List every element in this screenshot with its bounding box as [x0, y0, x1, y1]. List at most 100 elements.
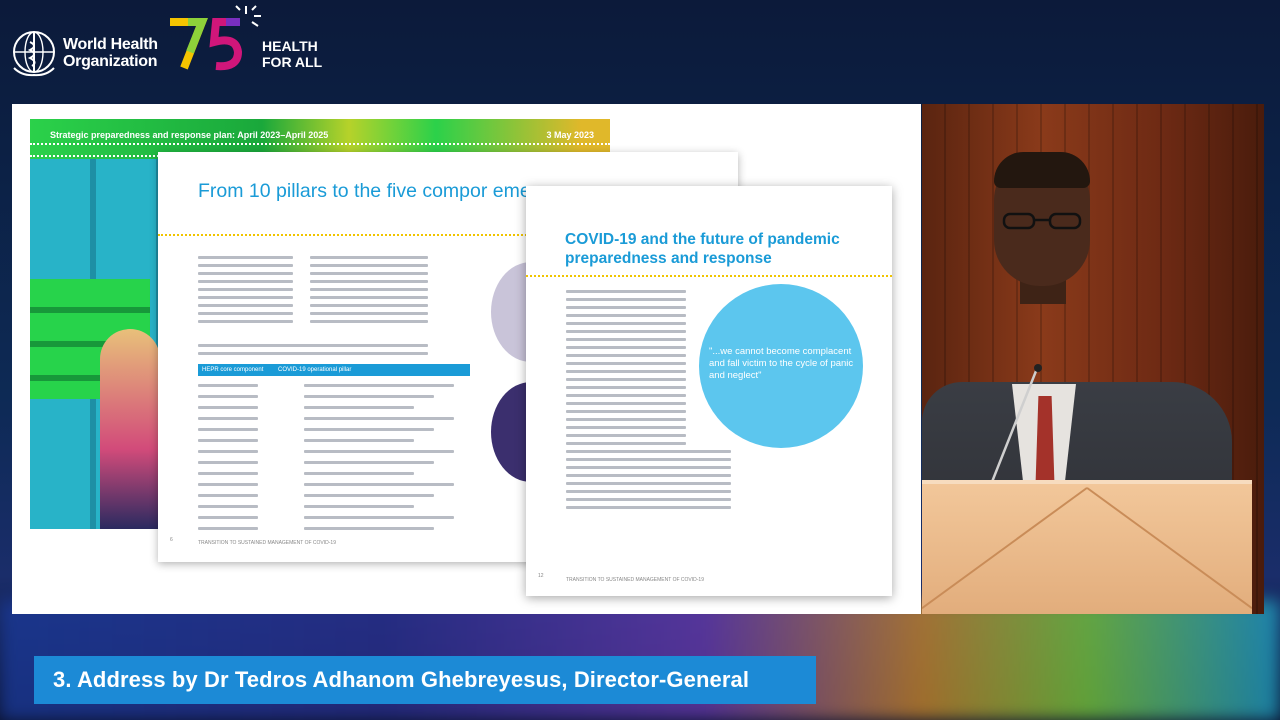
page-b-number: 12 — [538, 573, 544, 579]
text-line — [198, 472, 258, 475]
text-line — [566, 330, 686, 333]
text-line — [198, 304, 293, 307]
text-line — [566, 410, 686, 413]
anniversary-75-logo — [170, 5, 261, 71]
text-line — [304, 516, 454, 519]
text-line — [566, 314, 686, 317]
text-line — [304, 527, 434, 530]
page-b-title: COVID-19 and the future of pandemic prep… — [565, 231, 840, 267]
text-line — [304, 461, 434, 464]
text-line — [566, 322, 686, 325]
text-line — [566, 298, 686, 301]
text-line — [198, 428, 258, 431]
text-line — [566, 490, 731, 493]
health-for-all-wordmark: HEALTH FOR ALL — [262, 38, 322, 70]
text-line — [198, 352, 428, 355]
podium-lines — [922, 487, 1252, 609]
text-line — [310, 296, 428, 299]
document-page-b: COVID-19 and the future of pandemic prep… — [526, 186, 892, 596]
who-wordmark: World Health Organization — [63, 36, 158, 70]
text-line — [304, 395, 434, 398]
presentation-slide: Strategic preparedness and response plan… — [12, 104, 921, 614]
lower-third-caption: 3. Address by Dr Tedros Adhanom Ghebreye… — [34, 656, 816, 704]
glasses-icon — [1002, 212, 1082, 230]
text-line — [304, 450, 454, 453]
text-line — [198, 461, 258, 464]
page-b-divider — [526, 275, 892, 277]
text-line — [310, 264, 428, 267]
text-line — [566, 498, 731, 501]
text-line — [198, 384, 258, 387]
text-line — [566, 474, 731, 477]
table-header-col-1: HEPR core component — [202, 367, 264, 373]
text-line — [304, 472, 414, 475]
text-line — [198, 406, 258, 409]
text-line — [566, 418, 686, 421]
text-line — [566, 306, 686, 309]
text-line — [566, 370, 686, 373]
text-line — [198, 450, 258, 453]
page-b-footer: TRANSITION TO SUSTAINED MANAGEMENT OF CO… — [566, 577, 704, 583]
text-line — [198, 320, 293, 323]
text-line — [566, 434, 686, 437]
text-line — [198, 417, 258, 420]
text-line — [566, 442, 686, 445]
text-line — [198, 483, 258, 486]
text-line — [198, 344, 428, 347]
quote-circle: "...we cannot become complacent and fall… — [699, 284, 863, 448]
text-line — [566, 450, 731, 453]
text-line — [198, 516, 258, 519]
text-line — [198, 256, 293, 259]
who-emblem-icon — [13, 31, 55, 77]
text-line — [304, 384, 454, 387]
photo-date-text: 3 May 2023 — [546, 130, 594, 140]
text-line — [198, 312, 293, 315]
text-line — [310, 280, 428, 283]
person-image — [100, 329, 160, 529]
who-line-2: Organization — [63, 53, 158, 70]
text-line — [566, 354, 686, 357]
text-line — [198, 527, 258, 530]
text-line — [304, 494, 434, 497]
text-line — [566, 426, 686, 429]
page-a-number: 6 — [170, 537, 173, 543]
page-a-title: From 10 pillars to the five compor emerg… — [198, 180, 538, 202]
text-line — [566, 378, 686, 381]
text-line — [566, 394, 686, 397]
page-a-divider — [158, 234, 538, 236]
text-line — [310, 256, 428, 259]
text-line — [304, 439, 414, 442]
text-line — [198, 264, 293, 267]
speaker-hair — [994, 152, 1090, 188]
text-line — [566, 482, 731, 485]
text-line — [198, 395, 258, 398]
text-line — [304, 428, 434, 431]
text-line — [566, 458, 731, 461]
text-line — [198, 272, 293, 275]
health-line-2: FOR ALL — [262, 54, 323, 70]
photo-header-text: Strategic preparedness and response plan… — [50, 130, 329, 140]
text-line — [198, 494, 258, 497]
text-line — [310, 304, 428, 307]
text-line — [566, 362, 686, 365]
text-line — [310, 288, 428, 291]
text-line — [304, 483, 454, 486]
text-line — [566, 338, 686, 341]
text-line — [198, 296, 293, 299]
text-line — [198, 280, 293, 283]
page-a-footer: TRANSITION TO SUSTAINED MANAGEMENT OF CO… — [198, 540, 336, 546]
podium — [922, 480, 1252, 614]
text-line — [304, 406, 414, 409]
text-line — [198, 288, 293, 291]
microphone-icon — [986, 364, 1042, 493]
text-line — [310, 312, 428, 315]
text-line — [310, 320, 428, 323]
text-line — [304, 417, 454, 420]
page-a-table-header: HEPR core component COVID-19 operational… — [198, 364, 470, 376]
text-line — [566, 466, 731, 469]
text-line — [198, 505, 258, 508]
text-line — [566, 402, 686, 405]
table-header-col-2: COVID-19 operational pillar — [278, 367, 352, 373]
text-line — [304, 505, 414, 508]
text-line — [310, 272, 428, 275]
